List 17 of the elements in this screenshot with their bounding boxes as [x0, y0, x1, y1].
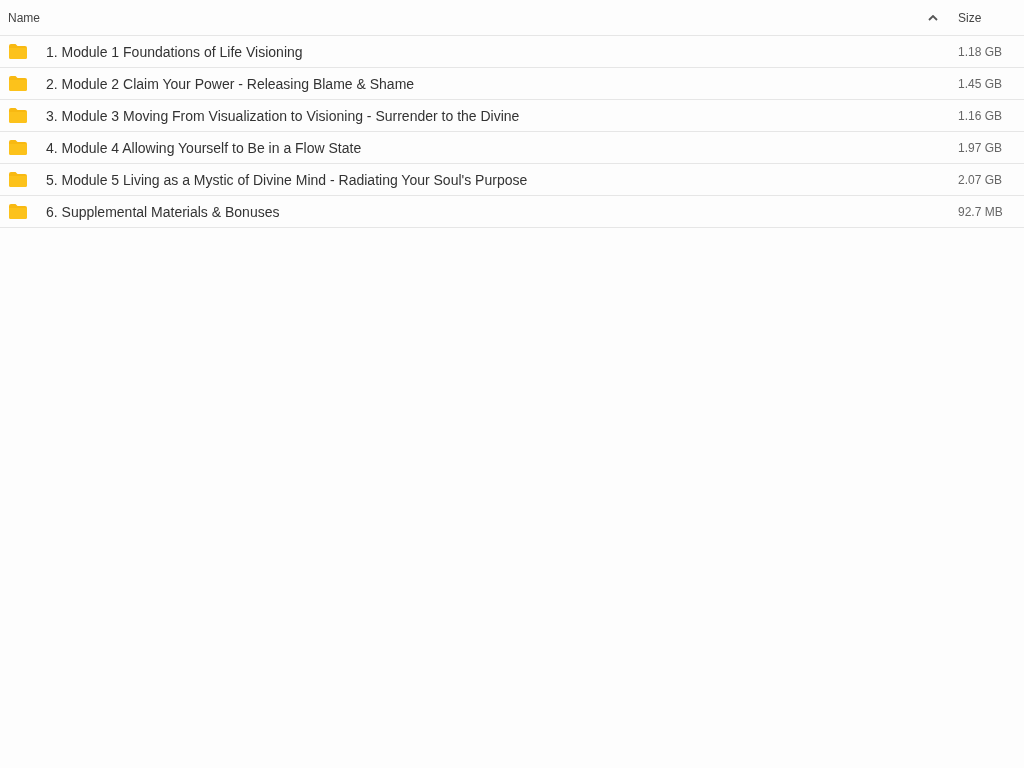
file-size: 1.45 GB [958, 76, 1004, 91]
file-size: 2.07 GB [958, 172, 1004, 187]
caret-icon[interactable] [928, 14, 938, 21]
header-label: Name [8, 10, 40, 25]
file-size: 1.97 GB [958, 140, 1004, 155]
file-name[interactable]: 4. Module 4 Allowing Yourself to Be in a Flow State [46, 139, 362, 156]
file-name[interactable]: 2. Module 2 Claim Your Power - Releasing Blame & Shame [46, 75, 415, 92]
file-size: 92.7 MB [958, 204, 1004, 219]
header-label: Size [958, 10, 982, 25]
file-size: 1.16 GB [958, 108, 1004, 123]
file-name[interactable]: 6. Supplemental Materials & Bonuses [46, 203, 280, 220]
file-name[interactable]: 3. Module 3 Moving From Visualization to Visioning - Surrender to the Divine [46, 107, 520, 124]
file-size: 1.18 GB [958, 44, 1004, 59]
column-header[interactable]: Size [958, 0, 1024, 35]
file-name[interactable]: 1. Module 1 Foundations of Life Visioning [46, 43, 303, 60]
column-header[interactable]: Name [0, 0, 958, 35]
file-name[interactable]: 5. Module 5 Living as a Mystic of Divine Mind - Radiating Your Soul's Purpose [46, 171, 528, 188]
